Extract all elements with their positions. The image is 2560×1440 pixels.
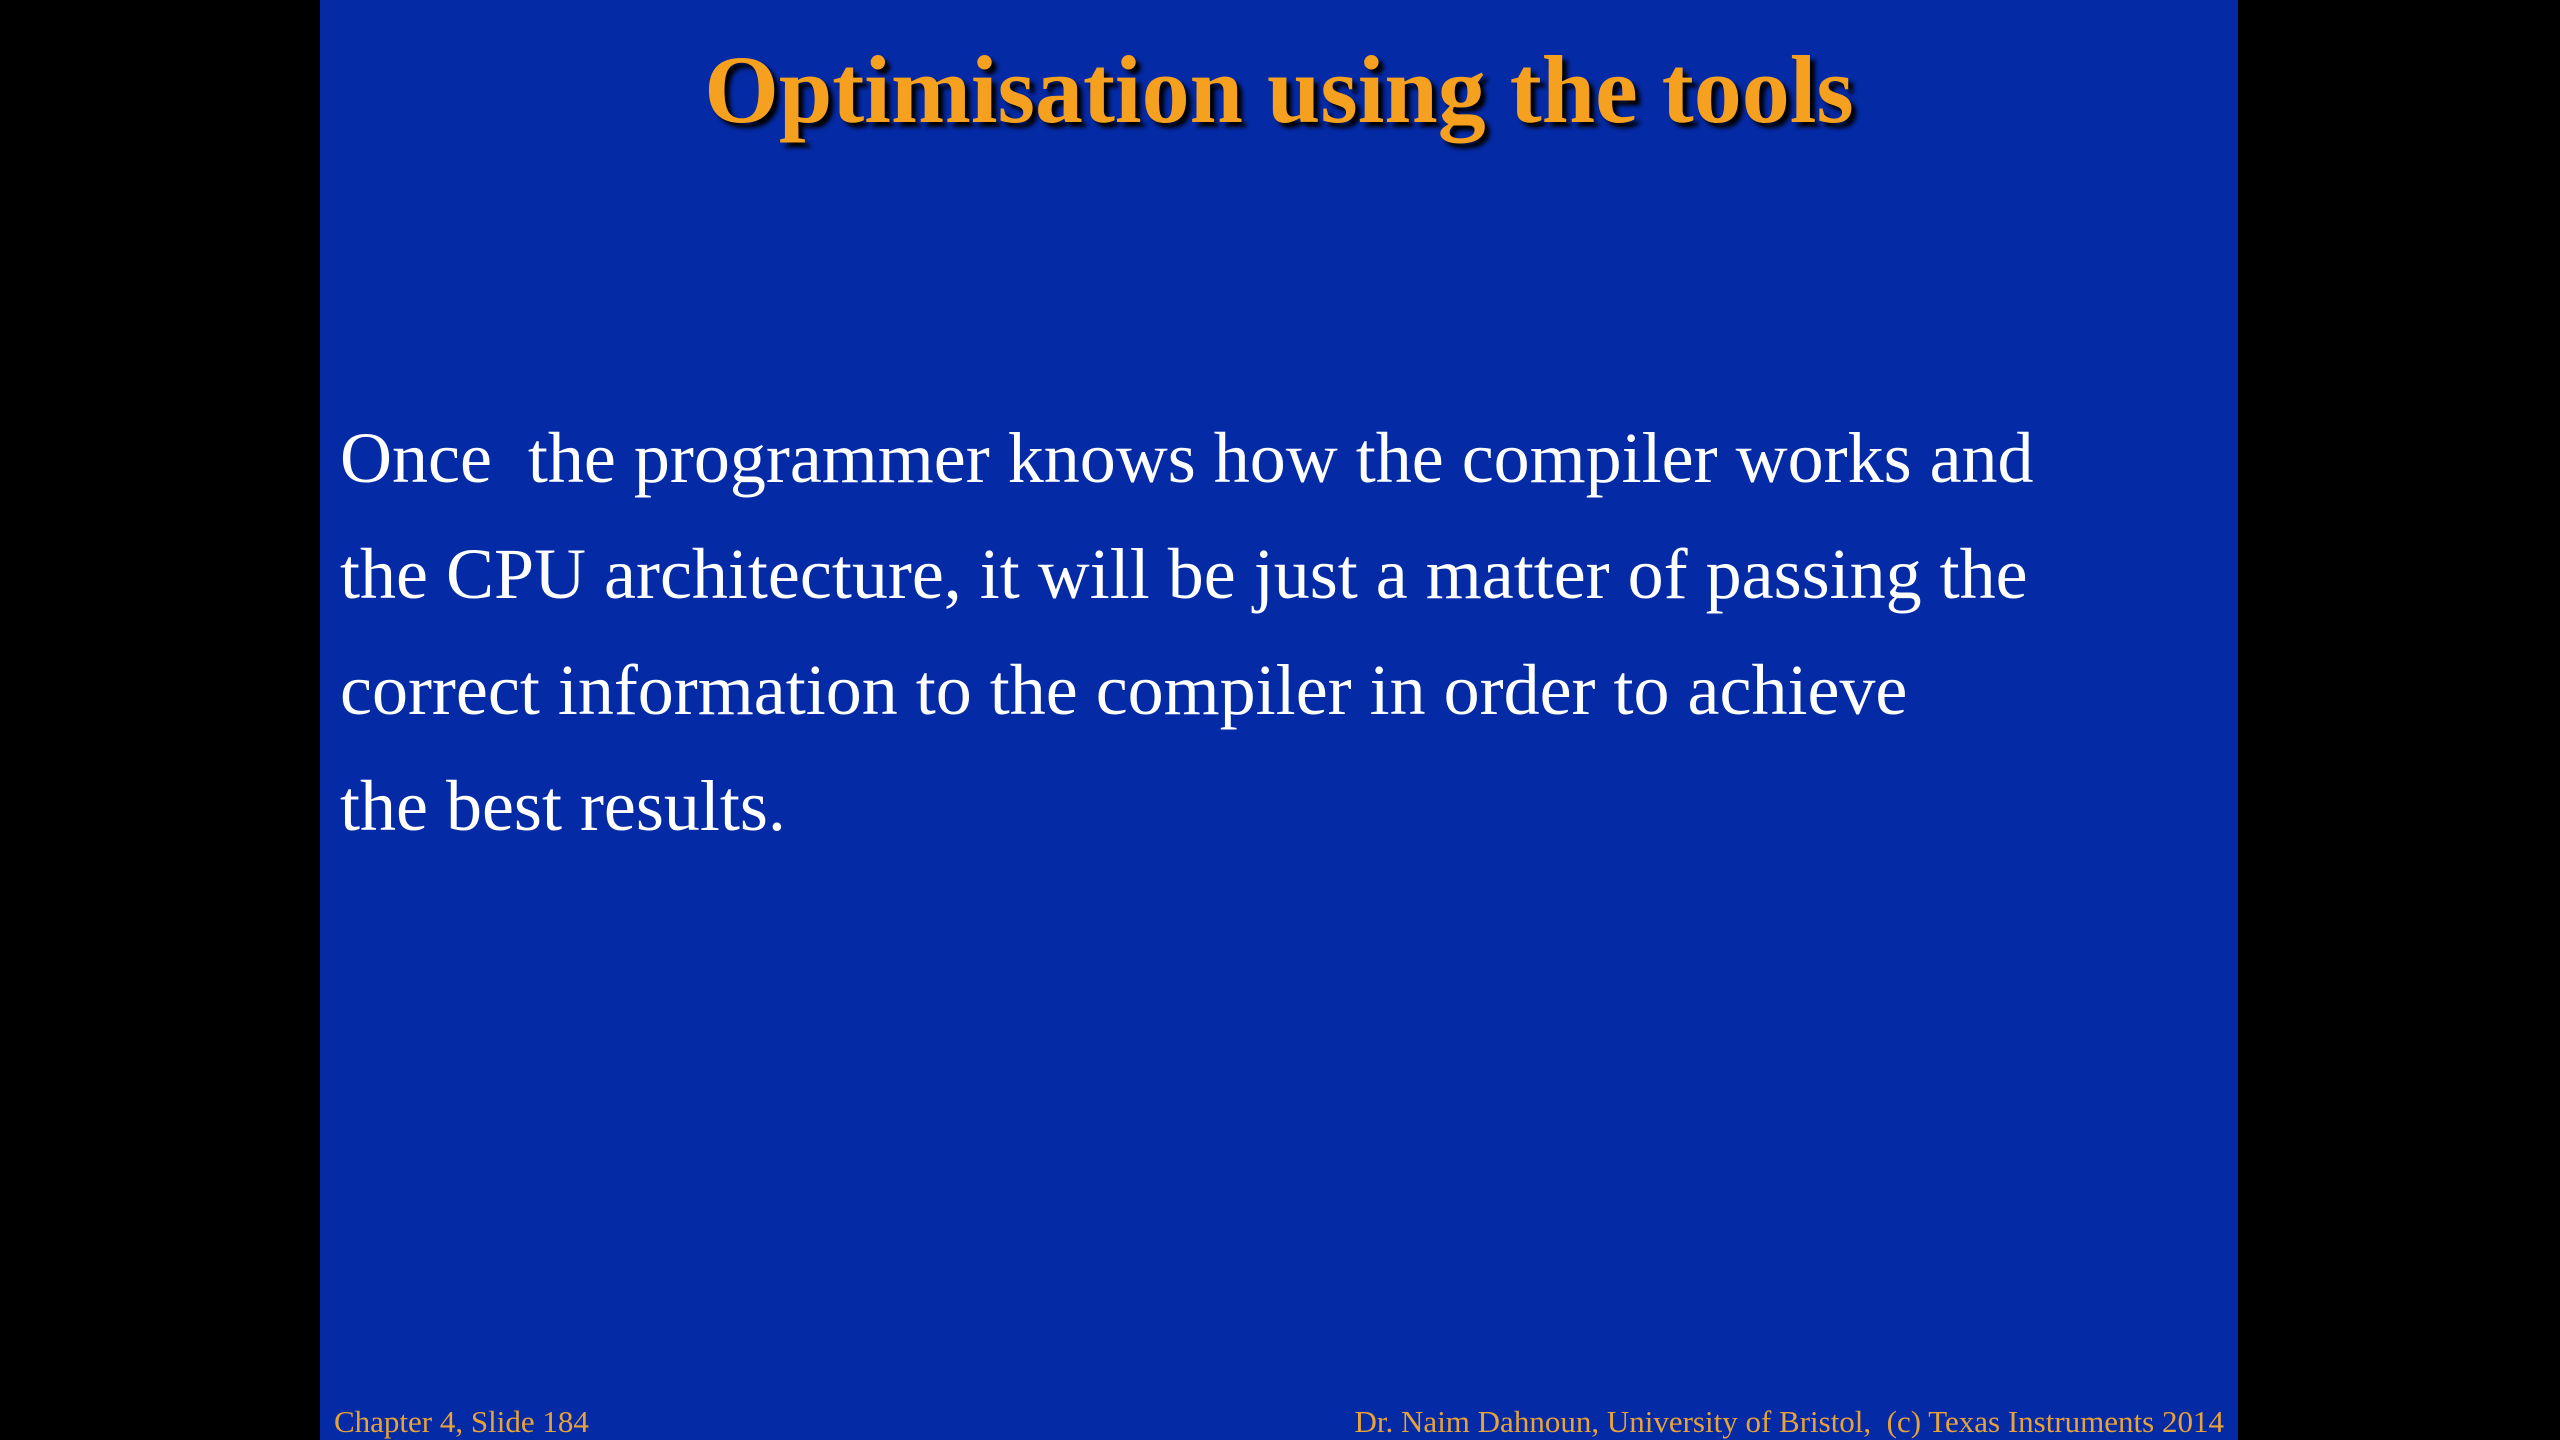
body-line: correct information to the compiler in o… <box>340 650 1908 730</box>
body-line: the best results. <box>340 766 786 846</box>
slide-title: Optimisation using the tools <box>704 36 1854 143</box>
body-line: the CPU architecture, it will be just a … <box>340 534 2028 614</box>
body-line: Once the programmer knows how the compil… <box>340 418 2034 498</box>
slide: Optimisation using the tools Once the pr… <box>320 0 2238 1440</box>
copyright-footer: Dr. Naim Dahnoun, University of Bristol,… <box>1354 1404 2224 1439</box>
presentation-viewer: Optimisation using the tools Once the pr… <box>0 0 2560 1440</box>
slide-body: Once the programmer knows how the compil… <box>340 400 2210 864</box>
slide-number-footer: Chapter 4, Slide 184 <box>334 1404 589 1439</box>
